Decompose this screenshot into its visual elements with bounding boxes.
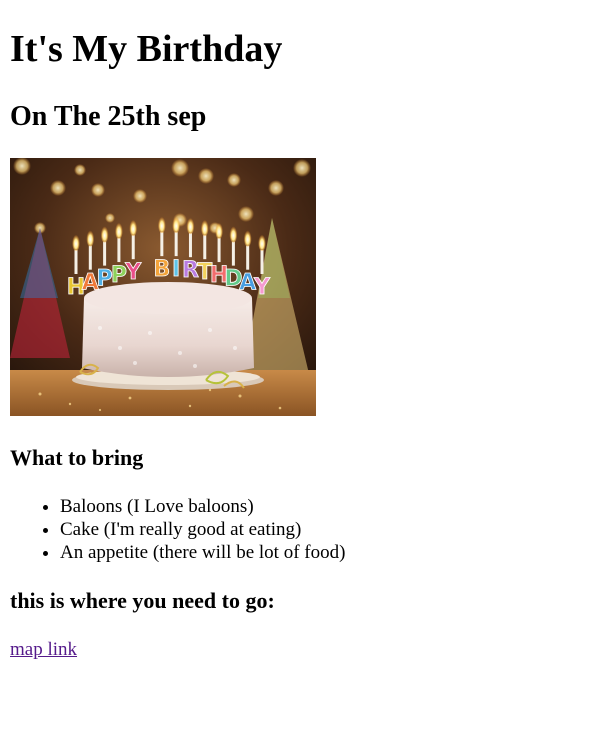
candle-stick bbox=[174, 232, 178, 257]
candle-flame bbox=[157, 215, 166, 234]
list-item: Baloons (I Love baloons) bbox=[60, 495, 345, 518]
bring-list: Baloons (I Love baloons) Cake (I'm reall… bbox=[10, 495, 345, 564]
candle-flame bbox=[186, 216, 195, 235]
candle-letter: Y bbox=[253, 275, 271, 300]
candle-stick bbox=[160, 232, 164, 257]
candle-stick bbox=[260, 250, 264, 274]
candle-letter: Y bbox=[124, 260, 142, 285]
candle-flame bbox=[114, 221, 123, 240]
list-item: Cake (I'm really good at eating) bbox=[60, 518, 345, 541]
candle-stick bbox=[246, 245, 250, 270]
what-to-bring-heading: What to bring bbox=[10, 445, 144, 470]
candle-flame bbox=[243, 228, 252, 247]
candle-stick bbox=[103, 241, 107, 266]
candle-stick bbox=[74, 250, 78, 274]
candle-flame bbox=[215, 221, 224, 240]
candle-flame bbox=[129, 218, 138, 237]
candle-letter: I bbox=[172, 257, 180, 282]
candle-flame bbox=[172, 215, 181, 234]
candle-stick bbox=[117, 238, 121, 263]
birthday-cake-image: HAPPYBIRTHDAY bbox=[10, 158, 316, 416]
page-title: It's My Birthday bbox=[10, 28, 283, 70]
birthday-cake-illustration: HAPPY B I RTHDAY bbox=[10, 158, 316, 416]
candle-flame bbox=[200, 218, 209, 237]
candle-stick bbox=[217, 238, 221, 263]
candle-flame bbox=[258, 233, 266, 251]
candle-flame bbox=[100, 224, 109, 243]
candle-letter: B bbox=[153, 257, 170, 282]
candle-stick bbox=[188, 233, 192, 258]
candle-stick bbox=[88, 245, 92, 270]
candle-flame bbox=[229, 224, 238, 243]
date-subtitle: On The 25th sep bbox=[10, 101, 207, 132]
map-link[interactable]: map link bbox=[10, 638, 77, 661]
candle-stick bbox=[231, 241, 235, 266]
list-item: An appetite (there will be lot of food) bbox=[60, 541, 345, 564]
candle-stick bbox=[203, 235, 207, 260]
candle-stick bbox=[131, 235, 135, 260]
candle-flame bbox=[86, 228, 95, 247]
directions-heading: this is where you need to go: bbox=[10, 588, 275, 613]
candle-flame bbox=[72, 233, 80, 251]
